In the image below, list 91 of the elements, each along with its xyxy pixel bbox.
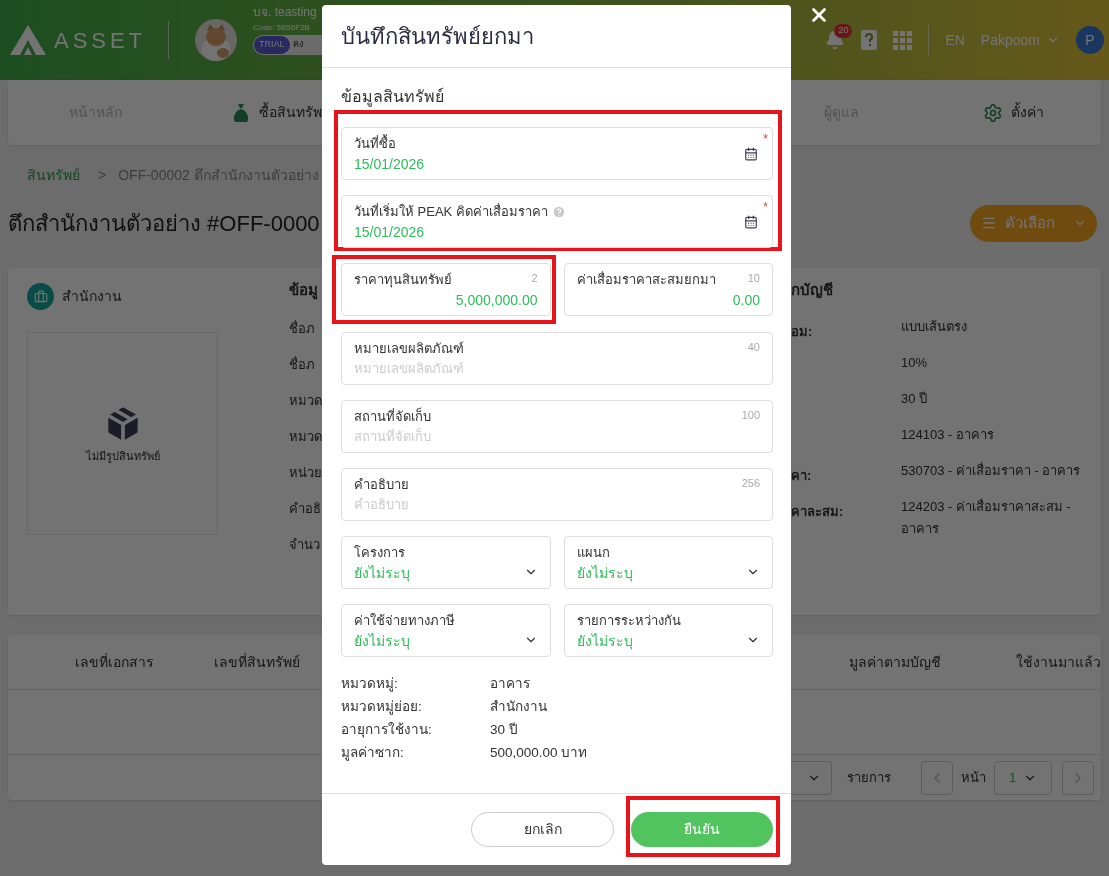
summary-value: อาคาร (490, 675, 530, 694)
summary-label: หมวดหมู่ย่อย: (341, 698, 423, 717)
required-mark: * (763, 131, 768, 148)
section-heading: ข้อมู (289, 283, 319, 302)
notification-count: 20 (834, 24, 853, 38)
info-label: ชื่อภ (289, 319, 316, 338)
calendar-icon[interactable] (744, 215, 758, 229)
field-label: คำอธิบาย (354, 476, 409, 494)
date-field[interactable]: วันที่เริ่มให้ PEAK คิดค่าเสื่อมราคา 15/01/2026 * (341, 195, 773, 248)
character-counter: 100 (741, 408, 760, 423)
logo-icon (10, 25, 46, 55)
character-counter: 256 (741, 476, 760, 491)
info-label: คำอธิ (289, 500, 322, 518)
required-mark: * (763, 199, 768, 216)
money-bag-icon (231, 101, 251, 124)
apps-grid-icon[interactable] (893, 30, 913, 50)
modal-title: บันทึกสินทรัพย์ยกมา (341, 22, 534, 51)
calendar-icon[interactable] (744, 147, 758, 161)
amount-field[interactable]: ราคาทุนสินทรัพย์ 2 5,000,000.00 (341, 263, 551, 316)
summary-label: หมวดหมู่: (341, 675, 399, 694)
info-value: แบบเส้นตรง (901, 318, 968, 336)
info-label: หน่วย (289, 464, 322, 482)
column-header: ใช้งานมาแล้ว (1016, 652, 1101, 672)
info-label: คา: (791, 468, 812, 483)
section-heading: ข้อมูลสินทรัพย์ (341, 86, 445, 106)
previous-page-button[interactable] (921, 760, 953, 795)
info-value: 30 ปี (901, 390, 929, 408)
summary-label: มูลค่าซาก: (341, 744, 405, 763)
info-value: 124103 - อาคาร (901, 426, 995, 444)
menu-icon (980, 215, 997, 231)
select-field[interactable]: แผนก ยังไม่ระบุ (563, 536, 773, 589)
character-counter: 40 (747, 340, 760, 355)
select-value: ยังไม่ระบุ (354, 631, 410, 652)
field-label: โครงการ (354, 544, 406, 562)
info-label: หมวด (289, 392, 322, 410)
category-name: สำนักงาน (62, 287, 122, 306)
info-label: หมวด (289, 428, 322, 446)
select-field[interactable]: รายการระหว่างกัน ยังไม่ระบุ (563, 604, 773, 657)
summary-value: 30 ปี (490, 721, 518, 740)
select-field[interactable]: ค่าใช้จ่ายทางภาษี ยังไม่ระบุ (341, 604, 551, 657)
page-label: หน้า (961, 768, 986, 787)
field-label: ค่าเสื่อมราคาสะสมยกมา (576, 270, 716, 289)
amount-value: 5,000,000.00 (455, 290, 538, 310)
summary-label: อายุการใช้งาน: (341, 721, 433, 740)
nav-tab[interactable]: ซื้อสินทรัพ (231, 101, 322, 124)
page-title: ตึกสำนักงานตัวอย่าง #OFF-0000 (8, 209, 320, 238)
breadcrumb-separator: > (98, 165, 107, 185)
date-value: 15/01/2026 (354, 154, 425, 174)
info-value: 124203 - ค่าเสื่อมราคาสะสม - อาคาร (901, 497, 1072, 538)
field-label: แผนก (576, 544, 611, 562)
field-label: วันที่ซื้อ (354, 134, 396, 153)
help-book-icon[interactable] (861, 30, 878, 50)
nav-tab[interactable]: ตั้งค่า (983, 102, 1044, 123)
character-counter: 10 (747, 271, 760, 286)
summary-value: สำนักงาน (490, 698, 547, 717)
info-label: อม: (791, 324, 813, 339)
logo-text: ASSET (54, 26, 146, 55)
column-header: เลขที่สินทรัพย์ (214, 652, 300, 672)
next-page-button[interactable] (1062, 760, 1094, 795)
field-label: ราคาทุนสินทรัพย์ (354, 271, 452, 290)
column-header: มูลค่าตามบัญชี (849, 652, 941, 673)
field-label: ค่าใช้จ่ายทางภาษี (354, 612, 456, 630)
field-label: รายการระหว่างกัน (576, 612, 682, 630)
info-label: จำนว (289, 536, 321, 554)
amount-value: 0.00 (732, 290, 760, 310)
select-field[interactable]: โครงการ ยังไม่ระบุ (341, 536, 551, 589)
info-label: ชื่อภ (289, 355, 316, 374)
info-value: 10% (901, 354, 929, 372)
column-header: เลขที่เอกสาร (75, 652, 154, 672)
select-value: ยังไม่ระบุ (354, 563, 410, 584)
category-icon (27, 283, 54, 310)
field-label: วันที่เริ่มให้ PEAK คิดค่าเสื่อมราคา (354, 202, 548, 221)
rows-label: รายการ (847, 768, 891, 787)
character-counter: 2 (531, 271, 538, 286)
settings-icon (983, 102, 1003, 123)
select-value: ยังไม่ระบุ (576, 631, 633, 652)
section-heading: กบัญชี (791, 283, 834, 301)
date-value: 15/01/2026 (354, 222, 425, 242)
field-label: สถานที่จัดเก็บ (354, 407, 431, 426)
info-value: 530703 - ค่าเสื่อมราคา - อาคาร (901, 461, 1082, 480)
select-value: ยังไม่ระบุ (576, 563, 633, 584)
date-field[interactable]: วันที่ซื้อ 15/01/2026 * (341, 127, 773, 180)
info-label: คาละสม: (791, 504, 844, 519)
amount-field[interactable]: ค่าเสื่อมราคาสะสมยกมา 10 0.00 (563, 263, 773, 316)
summary-value: 500,000.00 บาท (490, 744, 588, 763)
company-name: บจ. teasting (253, 4, 318, 21)
trial-badge: TRIAL (254, 36, 290, 54)
company-code: Code: 5B56F2B (253, 22, 311, 34)
plan-text: คง (292, 38, 303, 51)
field-label: หมายเลขผลิตภัณฑ์ (354, 340, 464, 358)
no-image-text: ไม่มีรูปสินทรัพย์ (85, 449, 160, 465)
